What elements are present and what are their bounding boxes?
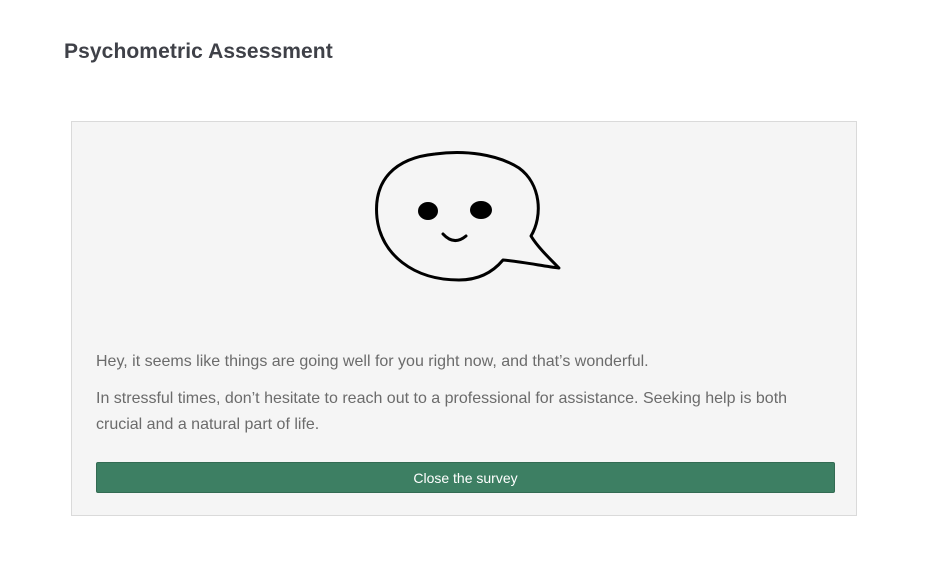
primary-message: Hey, it seems like things are going well… [96, 353, 649, 370]
close-survey-button[interactable]: Close the survey [96, 462, 835, 493]
smiling-speech-bubble-icon [375, 151, 561, 282]
result-card: Hey, it seems like things are going well… [71, 121, 857, 516]
page-title: Psychometric Assessment [64, 40, 333, 63]
secondary-message: In stressful times, don’t hesitate to re… [96, 390, 788, 433]
